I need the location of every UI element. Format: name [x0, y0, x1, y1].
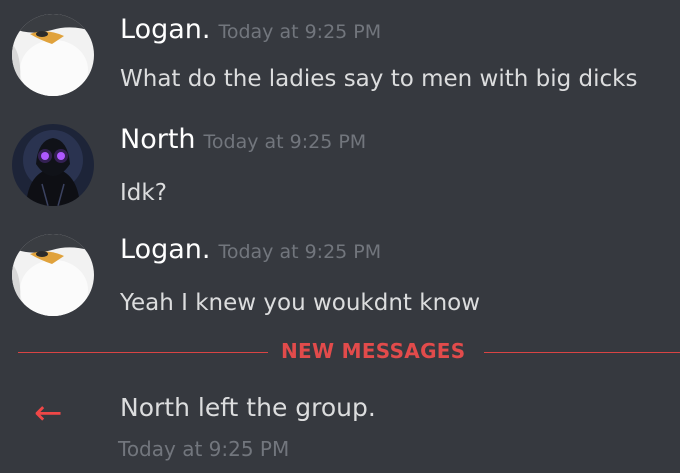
new-messages-divider-left — [18, 352, 268, 353]
message-timestamp: Today at 9:25 PM — [203, 131, 367, 153]
message-item: Logan. Today at 9:25 PM What do the ladie… — [0, 14, 680, 104]
message-item: North Today at 9:25 PM Idk? — [0, 124, 680, 214]
message-text: What do the ladies say to men with big d… — [120, 66, 638, 92]
system-message-text: North left the group. — [120, 393, 376, 422]
author-name[interactable]: North — [120, 124, 196, 155]
avatar[interactable] — [12, 14, 94, 96]
hooded-figure-avatar-icon — [12, 124, 94, 206]
penguin-avatar-icon — [12, 234, 94, 316]
avatar[interactable] — [12, 124, 94, 206]
message-text: Yeah I knew you woukdnt know — [120, 290, 481, 316]
message-author[interactable]: North Today at 9:25 PM — [120, 124, 366, 155]
leave-arrow-icon: ← — [34, 393, 63, 433]
message-timestamp: Today at 9:25 PM — [218, 241, 382, 263]
avatar[interactable] — [12, 234, 94, 316]
author-name[interactable]: Logan. — [120, 234, 210, 265]
message-author[interactable]: Logan. Today at 9:25 PM — [120, 234, 381, 265]
message-item: Logan. Today at 9:25 PM Yeah I knew you w… — [0, 234, 680, 324]
message-text: Idk? — [120, 180, 167, 206]
message-timestamp: Today at 9:25 PM — [218, 21, 382, 43]
author-name[interactable]: Logan. — [120, 14, 210, 45]
penguin-avatar-icon — [12, 14, 94, 96]
system-message-timestamp: Today at 9:25 PM — [118, 437, 290, 461]
message-author[interactable]: Logan. Today at 9:25 PM — [120, 14, 381, 45]
new-messages-label: NEW MESSAGES — [281, 339, 466, 363]
new-messages-divider-right — [484, 352, 680, 353]
